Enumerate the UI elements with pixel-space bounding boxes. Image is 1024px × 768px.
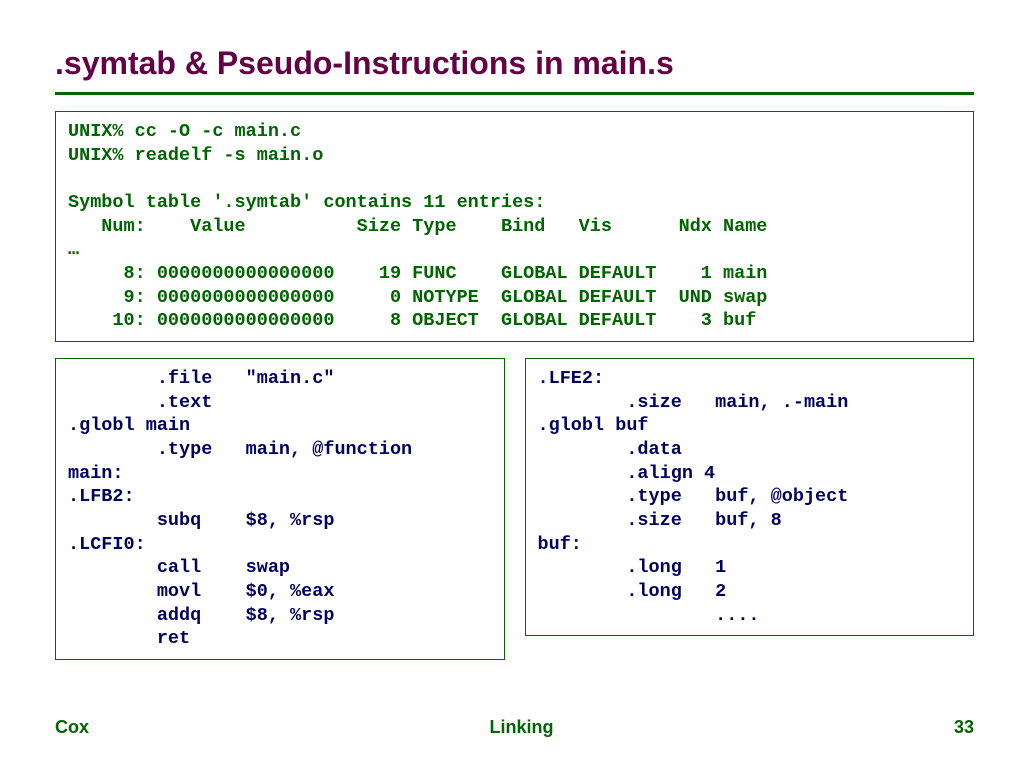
footer-topic: Linking	[489, 717, 553, 738]
symbol-table-text: UNIX% cc -O -c main.c UNIX% readelf -s m…	[68, 120, 961, 333]
symbol-table-box: UNIX% cc -O -c main.c UNIX% readelf -s m…	[55, 111, 974, 342]
footer-author: Cox	[55, 717, 89, 738]
slide-title: .symtab & Pseudo-Instructions in main.s	[55, 45, 974, 82]
asm-left-box: .file "main.c" .text .globl main .type m…	[55, 358, 505, 660]
asm-right-box: .LFE2: .size main, .-main .globl buf .da…	[525, 358, 975, 636]
asm-right-text: .LFE2: .size main, .-main .globl buf .da…	[538, 367, 962, 627]
code-columns: .file "main.c" .text .globl main .type m…	[55, 358, 974, 660]
slide-footer: Cox Linking 33	[55, 717, 974, 738]
asm-left-text: .file "main.c" .text .globl main .type m…	[68, 367, 492, 651]
title-divider	[55, 92, 974, 95]
footer-page: 33	[954, 717, 974, 738]
